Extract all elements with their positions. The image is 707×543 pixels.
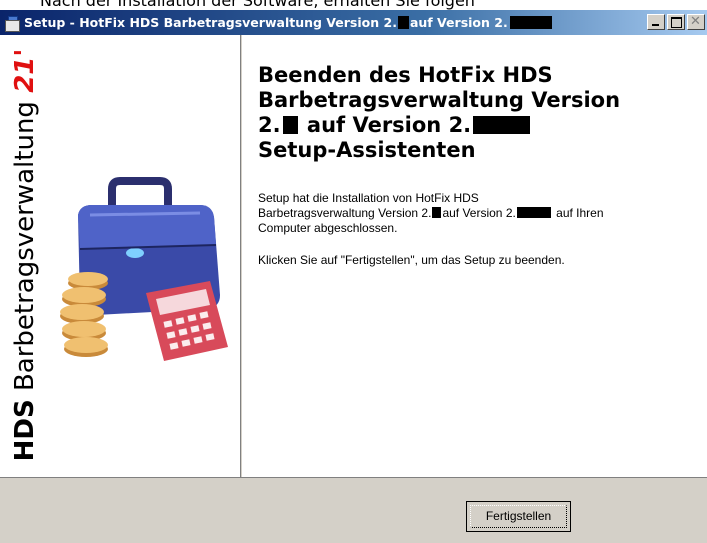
wizard-footer: Fertigstellen (0, 477, 707, 543)
setup-app-icon[interactable] (4, 15, 20, 32)
background-text: Nach der Installation der Software, erha… (40, 0, 475, 10)
para1-part4: auf Ihren (552, 206, 604, 220)
wizard-main: Beenden des HotFix HDS Barbetragsverwalt… (258, 63, 698, 285)
background-window-strip: Nach der Installation der Software, erha… (0, 0, 707, 10)
heading-line-3a: 2. (258, 113, 281, 137)
finish-button-label: Fertigstellen (485, 509, 552, 523)
side-divider (240, 35, 242, 477)
para1-part3: auf Version 2. (442, 206, 516, 220)
body-redaction-2 (516, 207, 551, 218)
window-title: Setup - HotFix HDS Barbetragsverwaltung … (24, 15, 552, 30)
minimize-button[interactable] (647, 14, 665, 30)
title-redaction-2 (509, 16, 552, 29)
para1-part2: Barbetragsverwaltung Version 2. (258, 206, 432, 220)
maximize-button[interactable] (667, 14, 685, 30)
instruction-paragraph: Klicken Sie auf "Fertigstellen", um das … (258, 253, 565, 267)
title-redaction-1 (397, 16, 409, 29)
setup-window: Setup - HotFix HDS Barbetragsverwaltung … (0, 10, 707, 543)
heading-redaction-1 (282, 116, 298, 134)
brand-name: Barbetragsverwaltung (10, 92, 40, 400)
heading-line-3b: auf Version 2. (299, 113, 472, 137)
window-title-prefix: Setup - HotFix HDS Barbetragsverwaltung … (24, 15, 397, 30)
close-icon: ✕ (690, 14, 701, 29)
body-redaction-1 (432, 207, 442, 218)
wizard-content: HDS Barbetragsverwaltung 21' Beenden des… (0, 35, 707, 477)
window-title-middle: auf Version 2. (409, 15, 508, 30)
vertical-brand-text: HDS Barbetragsverwaltung 21' (0, 35, 50, 477)
para1-part5: Computer abgeschlossen. (258, 221, 398, 235)
maximize-icon (671, 17, 682, 28)
heading-line-4: Setup-Assistenten (258, 138, 476, 162)
close-button[interactable]: ✕ (687, 14, 705, 30)
wizard-body: Setup hat die Installation von HotFix HD… (258, 191, 698, 268)
window-controls: ✕ (645, 14, 705, 30)
briefcase-coins-calculator-icon (60, 177, 228, 361)
completion-paragraph: Setup hat die Installation von HotFix HD… (258, 191, 698, 236)
para1-part1: Setup hat die Installation von HotFix HD… (258, 191, 479, 205)
brand-year: 21' (10, 48, 40, 93)
brand-hds: HDS (10, 399, 40, 462)
minimize-icon (652, 24, 659, 26)
page-title: Beenden des HotFix HDS Barbetragsverwalt… (258, 63, 698, 163)
finish-button[interactable]: Fertigstellen (466, 501, 571, 532)
heading-redaction-2 (473, 116, 531, 134)
heading-line-2: Barbetragsverwaltung Version (258, 88, 621, 112)
heading-line-3: 2. auf Version 2. (258, 113, 698, 138)
title-bar[interactable]: Setup - HotFix HDS Barbetragsverwaltung … (0, 10, 707, 35)
wizard-side-banner: HDS Barbetragsverwaltung 21' (0, 35, 240, 477)
heading-line-1: Beenden des HotFix HDS (258, 63, 553, 87)
